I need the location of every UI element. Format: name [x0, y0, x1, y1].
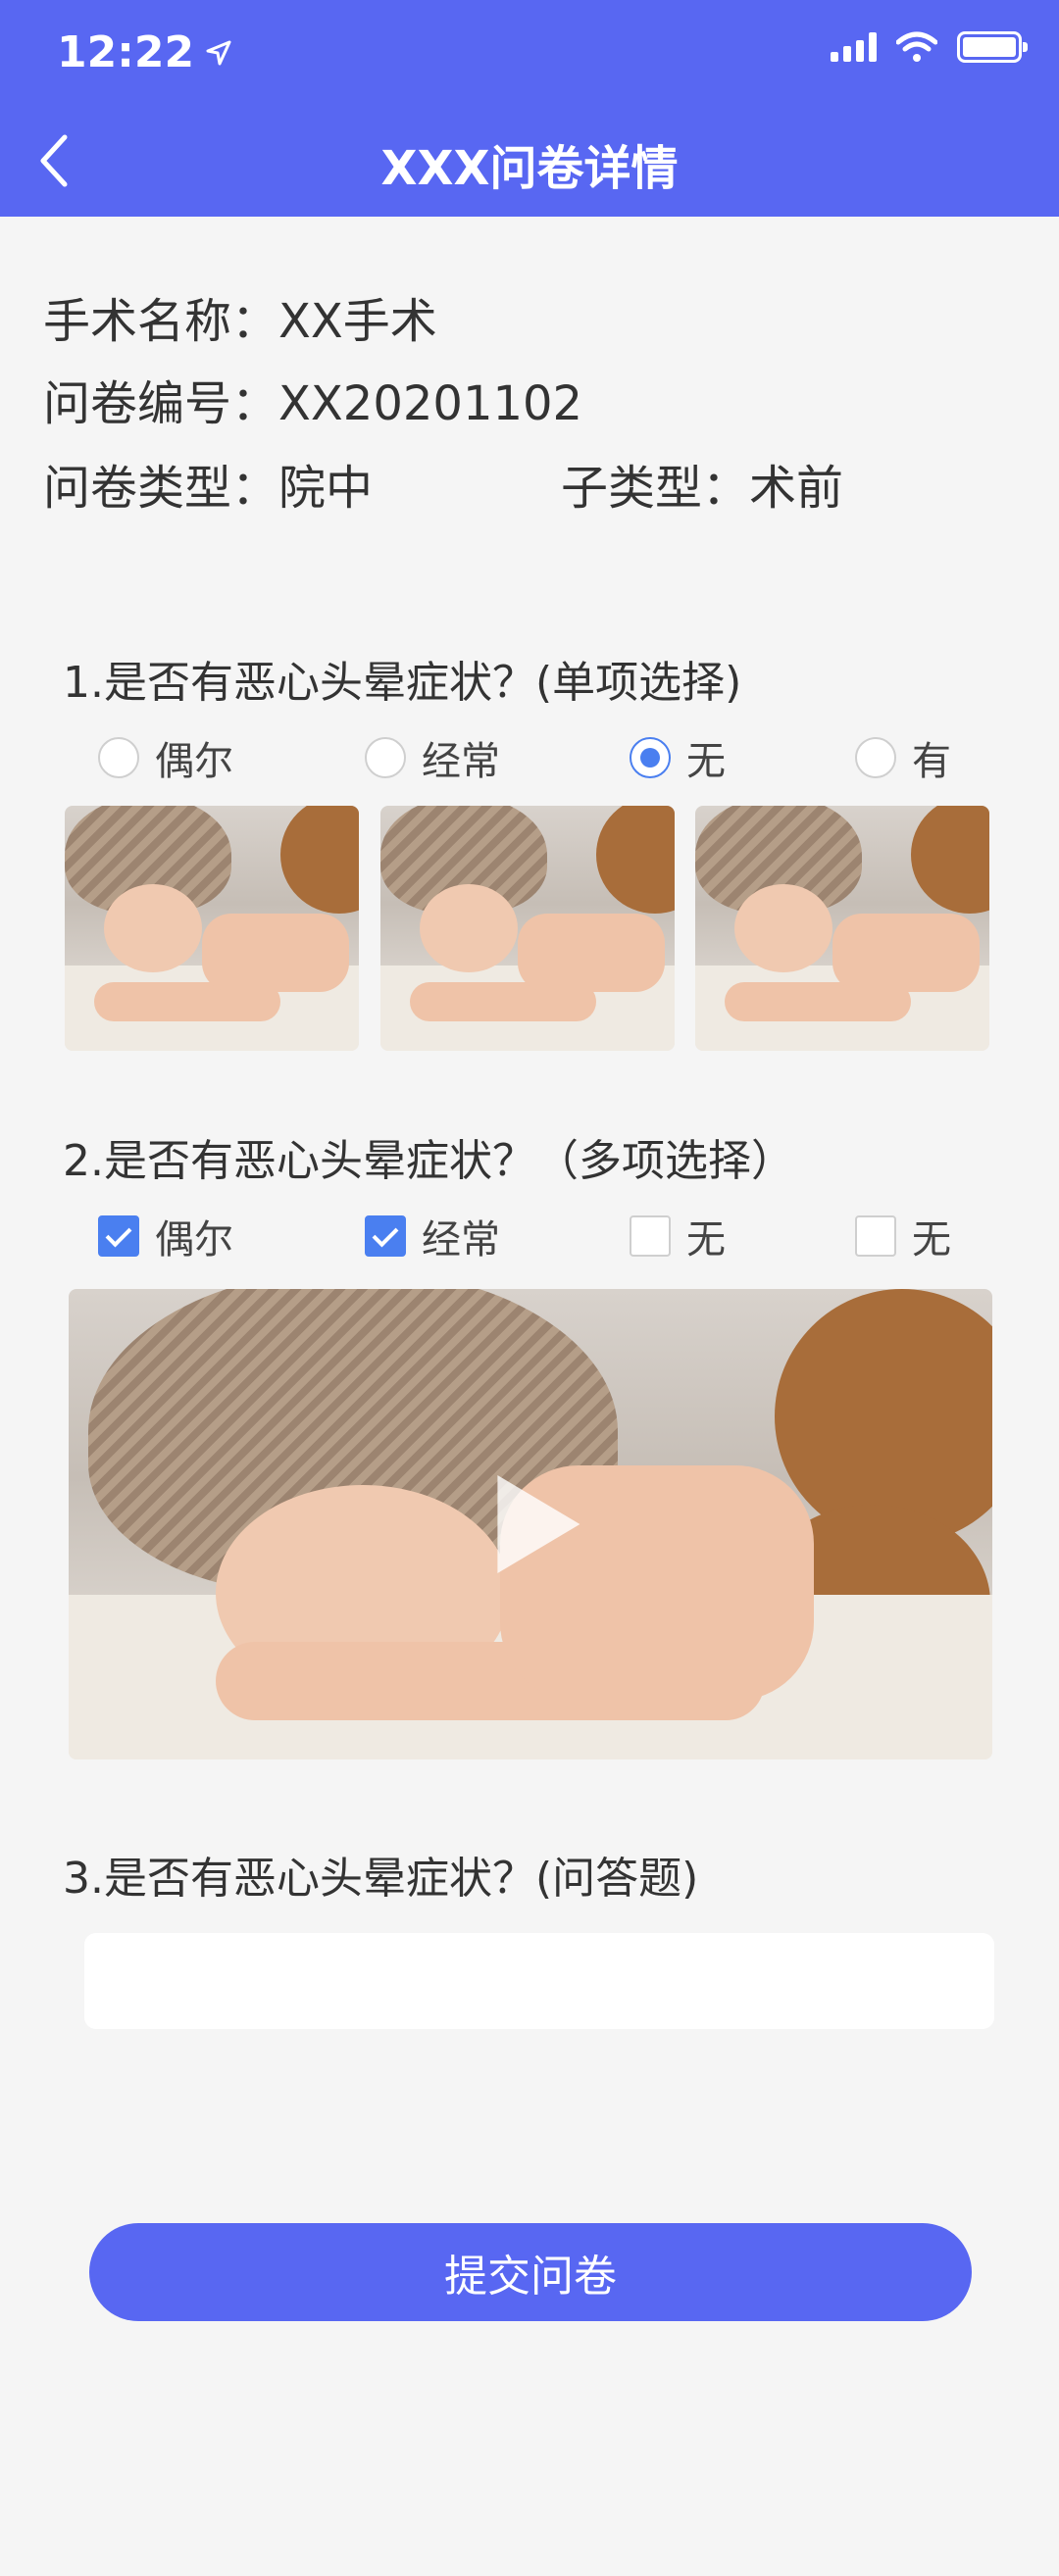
page-title: XXX问卷详情: [380, 141, 679, 196]
checkbox-icon[interactable]: [630, 1215, 671, 1257]
q1-option-0-label: 偶尔: [155, 739, 233, 784]
signal-icon: [831, 32, 877, 62]
q2-option-3[interactable]: 无: [855, 1208, 951, 1264]
questionnaire-number-label: 问卷编号：: [43, 376, 279, 431]
questionnaire-number-row: 问卷编号：XX20201102: [43, 365, 582, 433]
q2-option-0-label: 偶尔: [155, 1217, 233, 1263]
q2-option-1[interactable]: 经常: [365, 1208, 500, 1264]
status-time: 12:22: [57, 27, 231, 77]
questionnaire-type-value: 院中: [278, 461, 374, 516]
question-3-title: 3.是否有恶心头晕症状？(问答题): [63, 1854, 699, 1904]
radio-icon[interactable]: [365, 737, 406, 778]
answer-input[interactable]: [84, 1933, 994, 2029]
q1-image-3[interactable]: [695, 806, 989, 1051]
q1-option-2[interactable]: 无: [630, 729, 726, 786]
q2-option-1-label: 经常: [422, 1217, 500, 1263]
q2-option-3-label: 无: [912, 1217, 951, 1263]
radio-icon[interactable]: [98, 737, 139, 778]
location-arrow-icon: [206, 40, 231, 65]
q2-option-2[interactable]: 无: [630, 1208, 726, 1264]
q1-option-1-label: 经常: [422, 739, 500, 784]
questionnaire-type-row: 问卷类型：院中: [43, 449, 373, 518]
radio-selected-icon[interactable]: [630, 737, 671, 778]
questionnaire-number-value: XX20201102: [278, 376, 583, 431]
q2-option-0[interactable]: 偶尔: [98, 1208, 233, 1264]
status-icons: [831, 31, 1028, 63]
surgery-name-value: XX手术: [278, 294, 437, 349]
radio-icon[interactable]: [855, 737, 896, 778]
checkbox-checked-icon[interactable]: [98, 1215, 139, 1257]
question-1-title: 1.是否有恶心头晕症状？(单项选择): [63, 658, 742, 708]
q1-option-3[interactable]: 有: [855, 729, 951, 786]
wifi-icon: [896, 31, 937, 62]
surgery-name-row: 手术名称：XX手术: [43, 282, 437, 351]
q2-video[interactable]: [69, 1289, 992, 1759]
checkbox-checked-icon[interactable]: [365, 1215, 406, 1257]
question-2-title: 2.是否有恶心头晕症状？（多项选择）: [63, 1136, 794, 1186]
subtype-label: 子类型：: [561, 461, 750, 516]
battery-icon: [957, 31, 1028, 63]
q1-image-2[interactable]: [380, 806, 675, 1051]
q1-image-1[interactable]: [65, 806, 359, 1051]
q1-option-1[interactable]: 经常: [365, 729, 500, 786]
q1-option-3-label: 有: [912, 739, 951, 784]
checkbox-icon[interactable]: [855, 1215, 896, 1257]
nav-header: 12:22 XXX问卷详情: [0, 0, 1059, 217]
surgery-name-label: 手术名称：: [43, 294, 279, 349]
play-icon[interactable]: [497, 1475, 580, 1573]
status-time-text: 12:22: [57, 27, 195, 77]
q1-option-2-label: 无: [686, 739, 726, 784]
questionnaire-type-label: 问卷类型：: [43, 461, 279, 516]
subtype-value: 术前: [749, 461, 844, 516]
submit-button[interactable]: 提交问卷: [89, 2223, 972, 2321]
subtype-row: 子类型：术前: [561, 449, 843, 518]
q2-option-2-label: 无: [686, 1217, 726, 1263]
q1-option-0[interactable]: 偶尔: [98, 729, 233, 786]
